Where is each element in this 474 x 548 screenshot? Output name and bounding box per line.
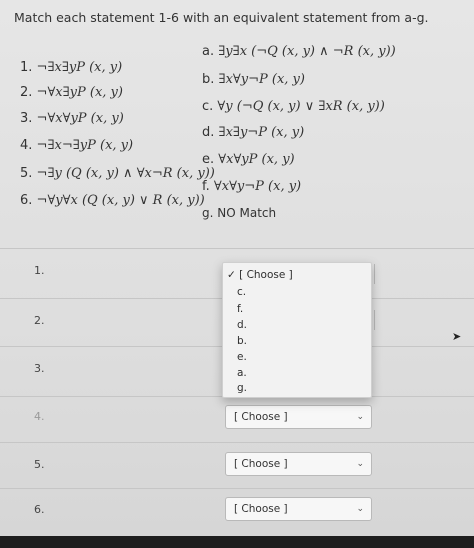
statement-expression: ¬∀x∀yP (x, y)	[36, 111, 124, 126]
statement-2: 2. ¬∀x∃yP (x, y)	[20, 85, 123, 100]
row-number-5: 5.	[34, 458, 45, 471]
option-expression: ∃x∃y¬P (x, y)	[218, 125, 305, 140]
chevron-down-icon: ⌄	[356, 504, 364, 514]
option-letter: c.	[202, 99, 214, 114]
dropdown-option-f[interactable]: f.	[237, 303, 243, 315]
statement-number: 6.	[20, 193, 33, 208]
statement-expression: ¬∃x¬∃yP (x, y)	[36, 138, 134, 153]
answer-dropdown-menu: ✓ [ Choose ] c. f. d. b. e. a. g.	[222, 262, 372, 398]
option-b: b. ∃x∀y¬P (x, y)	[202, 72, 305, 87]
select-value: [ Choose ]	[234, 458, 288, 470]
statement-expression: ¬∀y∀x (Q (x, y) ∨ R (x, y))	[36, 193, 205, 208]
row-number-3: 3.	[34, 362, 45, 375]
answer-select-4[interactable]: [ Choose ] ⌄	[225, 405, 372, 429]
option-expression: ∀x∀yP (x, y)	[218, 152, 295, 167]
select-value: [ Choose ]	[234, 411, 288, 423]
statement-expression: ¬∃x∃yP (x, y)	[36, 60, 123, 75]
row-divider	[0, 488, 474, 489]
quiz-page: Match each statement 1-6 with an equival…	[0, 0, 474, 536]
row-number-2: 2.	[34, 314, 45, 327]
option-expression: ∃x∀y¬P (x, y)	[218, 72, 305, 87]
dropdown-option-d[interactable]: d.	[237, 319, 247, 331]
dropdown-option-c[interactable]: c.	[237, 286, 246, 298]
row-divider	[0, 248, 474, 249]
option-d: d. ∃x∃y¬P (x, y)	[202, 125, 304, 140]
statement-4: 4. ¬∃x¬∃yP (x, y)	[20, 138, 133, 153]
bottom-bar	[0, 536, 474, 548]
option-letter: f.	[202, 179, 210, 194]
answer-select-5[interactable]: [ Choose ] ⌄	[225, 452, 372, 476]
statement-number: 3.	[20, 111, 33, 126]
option-expression: ∀y (¬Q (x, y) ∨ ∃xR (x, y))	[217, 99, 385, 114]
option-e: e. ∀x∀yP (x, y)	[202, 152, 295, 167]
statement-1: 1. ¬∃x∃yP (x, y)	[20, 60, 122, 75]
statement-number: 1.	[20, 60, 33, 75]
option-f: f. ∀x∀y¬P (x, y)	[202, 179, 301, 194]
statement-number: 2.	[20, 85, 33, 100]
statement-5: 5. ¬∃y (Q (x, y) ∧ ∀x¬R (x, y))	[20, 166, 215, 181]
statement-6: 6. ¬∀y∀x (Q (x, y) ∨ R (x, y))	[20, 193, 205, 208]
chevron-down-icon: ⌄	[356, 459, 364, 469]
row-number-1: 1.	[34, 264, 45, 277]
option-letter: a.	[202, 44, 215, 59]
select-value: [ Choose ]	[234, 503, 288, 515]
option-g: g. NO Match	[202, 206, 276, 220]
statement-expression: ¬∃y (Q (x, y) ∧ ∀x¬R (x, y))	[36, 166, 215, 181]
dropdown-option-g[interactable]: g.	[237, 382, 247, 394]
mouse-pointer-icon: ➤	[452, 330, 462, 343]
dropdown-option-a[interactable]: a.	[237, 367, 247, 379]
dropdown-option-e[interactable]: e.	[237, 351, 247, 363]
option-expression: ∀x∀y¬P (x, y)	[213, 179, 302, 194]
option-expression: NO Match	[217, 206, 277, 220]
answer-select-6[interactable]: [ Choose ] ⌄	[225, 497, 372, 521]
option-letter: g.	[202, 206, 214, 220]
dropdown-option-choose[interactable]: ✓ [ Choose ]	[227, 269, 293, 281]
option-expression: ∃y∃x (¬Q (x, y) ∧ ¬R (x, y))	[218, 44, 396, 59]
row-divider	[0, 442, 474, 443]
row-number-4: 4.	[34, 410, 45, 423]
statement-expression: ¬∀x∃yP (x, y)	[36, 85, 123, 100]
option-letter: b.	[202, 72, 215, 87]
statement-number: 4.	[20, 138, 33, 153]
statement-number: 5.	[20, 166, 33, 181]
option-letter: d.	[202, 125, 215, 140]
chevron-down-icon: ⌄	[356, 412, 364, 422]
dropdown-option-b[interactable]: b.	[237, 335, 247, 347]
option-a: a. ∃y∃x (¬Q (x, y) ∧ ¬R (x, y))	[202, 44, 396, 59]
question-text: Match each statement 1-6 with an equival…	[14, 10, 429, 25]
row-number-6: 6.	[34, 503, 45, 516]
statement-3: 3. ¬∀x∀yP (x, y)	[20, 111, 124, 126]
option-letter: e.	[202, 152, 215, 167]
option-c: c. ∀y (¬Q (x, y) ∨ ∃xR (x, y))	[202, 99, 385, 114]
